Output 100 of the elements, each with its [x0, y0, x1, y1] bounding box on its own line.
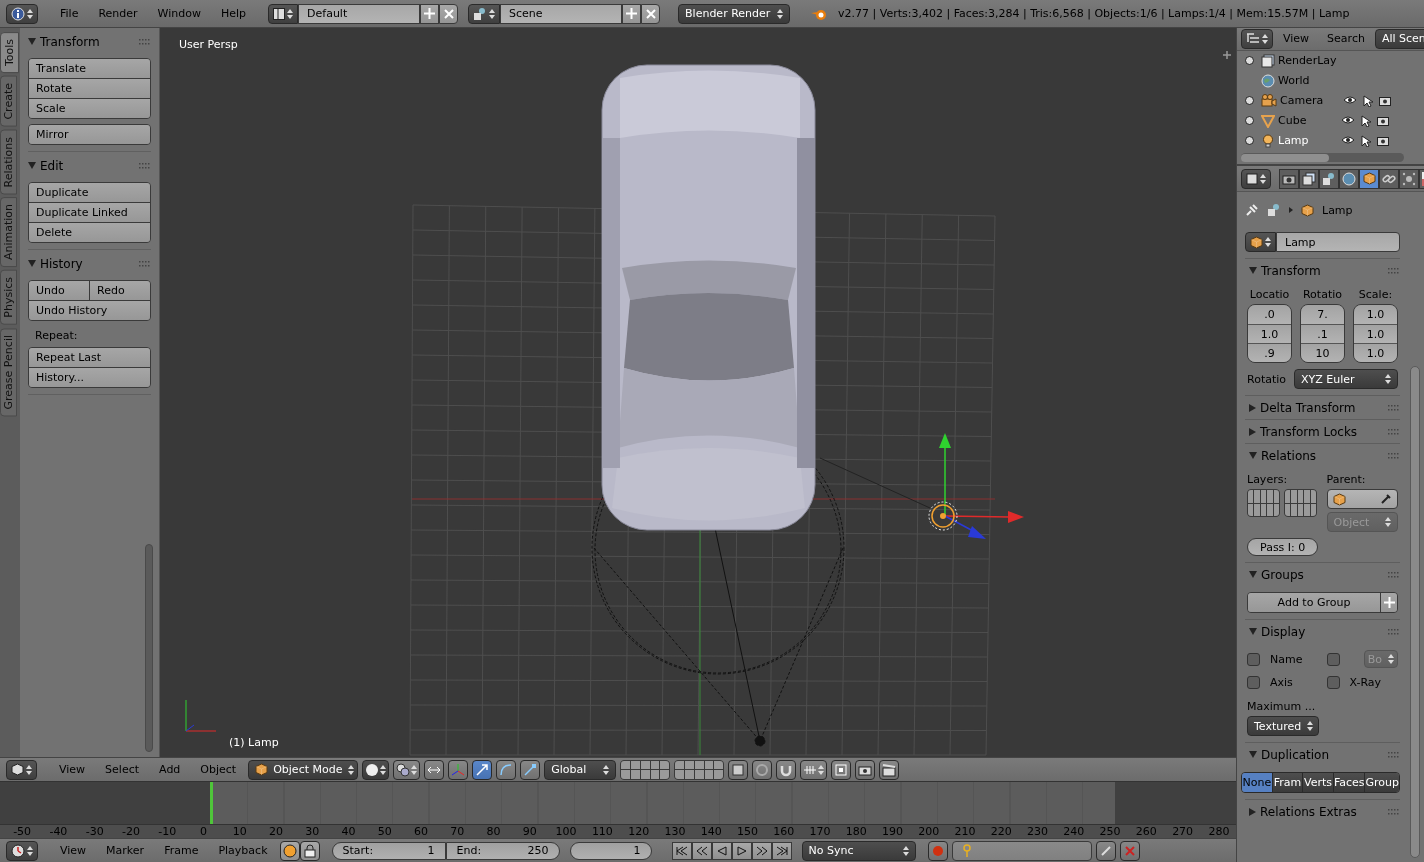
tool-button[interactable]: Duplicate Linked [29, 203, 150, 222]
layer-grid[interactable] [1284, 489, 1317, 517]
eye-icon[interactable] [1341, 114, 1355, 125]
scrollbar[interactable] [145, 544, 153, 752]
menu-item[interactable]: File [52, 7, 87, 20]
layout-selector-button[interactable] [268, 3, 299, 24]
drag-grip-icon[interactable] [1388, 452, 1400, 459]
number-field[interactable]: 1.0 [1354, 324, 1397, 343]
lock-toggle[interactable] [299, 840, 320, 861]
menu-item[interactable]: Help [212, 7, 255, 20]
panel-title[interactable]: Relations Extras [1260, 804, 1384, 819]
add-to-group-button[interactable]: Add to Group [1248, 593, 1380, 612]
outliner-item[interactable]: World [1278, 74, 1334, 88]
collapse-triangle-icon[interactable] [1249, 628, 1257, 635]
number-field[interactable]: .9 [1248, 343, 1291, 362]
number-field[interactable]: 10 [1301, 343, 1344, 362]
tool-button[interactable]: Undo History [29, 301, 150, 320]
drag-grip-icon[interactable] [139, 260, 151, 267]
lock-layers-toggle[interactable] [728, 759, 749, 780]
eye-icon[interactable] [1343, 94, 1357, 105]
duplication-option[interactable]: Verts [1302, 773, 1333, 792]
end-frame-field[interactable]: End: 250 [445, 841, 560, 860]
drag-grip-icon[interactable] [139, 38, 151, 45]
menu-item[interactable]: Window [149, 7, 209, 20]
expand-triangle-icon[interactable] [1249, 427, 1256, 436]
collapse-triangle-icon[interactable] [1249, 267, 1257, 274]
layer-grid[interactable] [1247, 489, 1280, 517]
tool-shelf-tab[interactable]: Tools [0, 32, 19, 74]
orientation-dropdown[interactable]: Global [544, 759, 617, 780]
object-browse-button[interactable] [1245, 232, 1276, 252]
properties-tab[interactable] [1379, 168, 1399, 189]
panel-title[interactable]: History [40, 256, 135, 271]
expand-icon[interactable] [1245, 136, 1254, 146]
outliner-item[interactable]: Cube [1278, 114, 1334, 128]
tool-shelf-tab[interactable]: Physics [0, 270, 17, 325]
number-field[interactable]: .0 [1248, 305, 1291, 324]
editor-type-button[interactable] [1241, 168, 1271, 189]
panel-title[interactable]: Groups [1261, 567, 1384, 582]
camera-icon[interactable] [1377, 134, 1389, 146]
camera-icon[interactable] [1377, 114, 1389, 126]
scrollbar-thumb[interactable] [1241, 153, 1329, 162]
panel-title[interactable]: Edit [40, 158, 135, 173]
tool-button[interactable]: History... [29, 368, 150, 387]
menu-item[interactable]: Search [1319, 32, 1373, 46]
tool-button[interactable]: Translate [29, 59, 150, 78]
expand-icon[interactable] [1245, 96, 1254, 106]
panel-title[interactable]: Duplication [1261, 747, 1384, 762]
number-field[interactable]: 1.0 [1354, 305, 1397, 324]
cursor-arrow-icon[interactable] [1363, 94, 1373, 107]
drag-grip-icon[interactable] [1388, 428, 1400, 435]
menu-item[interactable]: View [52, 844, 95, 857]
tool-button[interactable]: Scale [29, 99, 150, 118]
record-button[interactable] [927, 840, 948, 861]
collapse-triangle-icon[interactable] [28, 38, 36, 45]
next-keyframe-button[interactable] [751, 841, 772, 860]
duplication-option[interactable]: Faces [1332, 773, 1365, 792]
menu-item[interactable]: Add [151, 763, 189, 776]
number-field[interactable]: 1.0 [1354, 343, 1397, 362]
number-field[interactable]: .1 [1301, 324, 1344, 343]
insert-keyframe-button[interactable] [1095, 840, 1116, 861]
scene-selector-button[interactable] [468, 3, 501, 24]
menu-item[interactable]: Render [90, 7, 146, 20]
tool-button[interactable]: Rotate [29, 79, 150, 98]
menu-item[interactable]: Playback [210, 844, 276, 857]
jump-start-button[interactable] [671, 841, 692, 860]
tool-shelf-tab[interactable]: Create [0, 76, 17, 127]
panel-title[interactable]: Relations [1261, 448, 1384, 463]
eyedropper-icon[interactable] [1380, 493, 1392, 505]
duplication-option[interactable]: Fram [1271, 773, 1303, 792]
properties-tab[interactable] [1339, 168, 1359, 189]
editor-type-button[interactable] [6, 840, 38, 861]
tool-button[interactable]: Undo [29, 281, 89, 300]
draw-type-dropdown[interactable]: Textured [1247, 716, 1319, 736]
render-image-button[interactable] [855, 759, 876, 780]
properties-tab[interactable] [1299, 168, 1319, 189]
layout-name-field[interactable]: Default [298, 3, 421, 24]
properties-tab[interactable] [1399, 168, 1419, 189]
tool-button[interactable]: Redo [89, 281, 150, 300]
menu-item[interactable]: Marker [98, 844, 153, 857]
snap-toggle[interactable] [776, 759, 797, 780]
add-icon-button[interactable] [420, 3, 440, 24]
collapse-triangle-icon[interactable] [1249, 452, 1257, 459]
tool-button[interactable]: Repeat Last [29, 348, 150, 367]
menu-item[interactable]: View [1275, 32, 1318, 46]
editor-type-button[interactable] [6, 759, 37, 780]
checkbox[interactable] [1326, 652, 1340, 666]
panel-title[interactable]: Delta Transform [1260, 400, 1384, 415]
cursor-arrow-icon[interactable] [1361, 134, 1371, 147]
eye-icon[interactable] [1341, 134, 1355, 145]
panel-title[interactable]: Transform [40, 34, 135, 49]
outliner-item[interactable]: Camera [1280, 94, 1336, 108]
add-icon-button[interactable] [622, 3, 642, 24]
layer-grid[interactable] [620, 759, 671, 780]
render-animation-button[interactable] [879, 759, 900, 780]
display-mode-dropdown[interactable]: All Scen [1374, 28, 1424, 49]
add-icon-button[interactable] [1380, 593, 1397, 612]
panel-title[interactable]: Transform [1261, 263, 1384, 278]
collapse-triangle-icon[interactable] [1249, 751, 1257, 758]
pass-index-field[interactable]: Pass I: 0 [1247, 538, 1319, 556]
shading-dropdown[interactable] [362, 759, 390, 780]
